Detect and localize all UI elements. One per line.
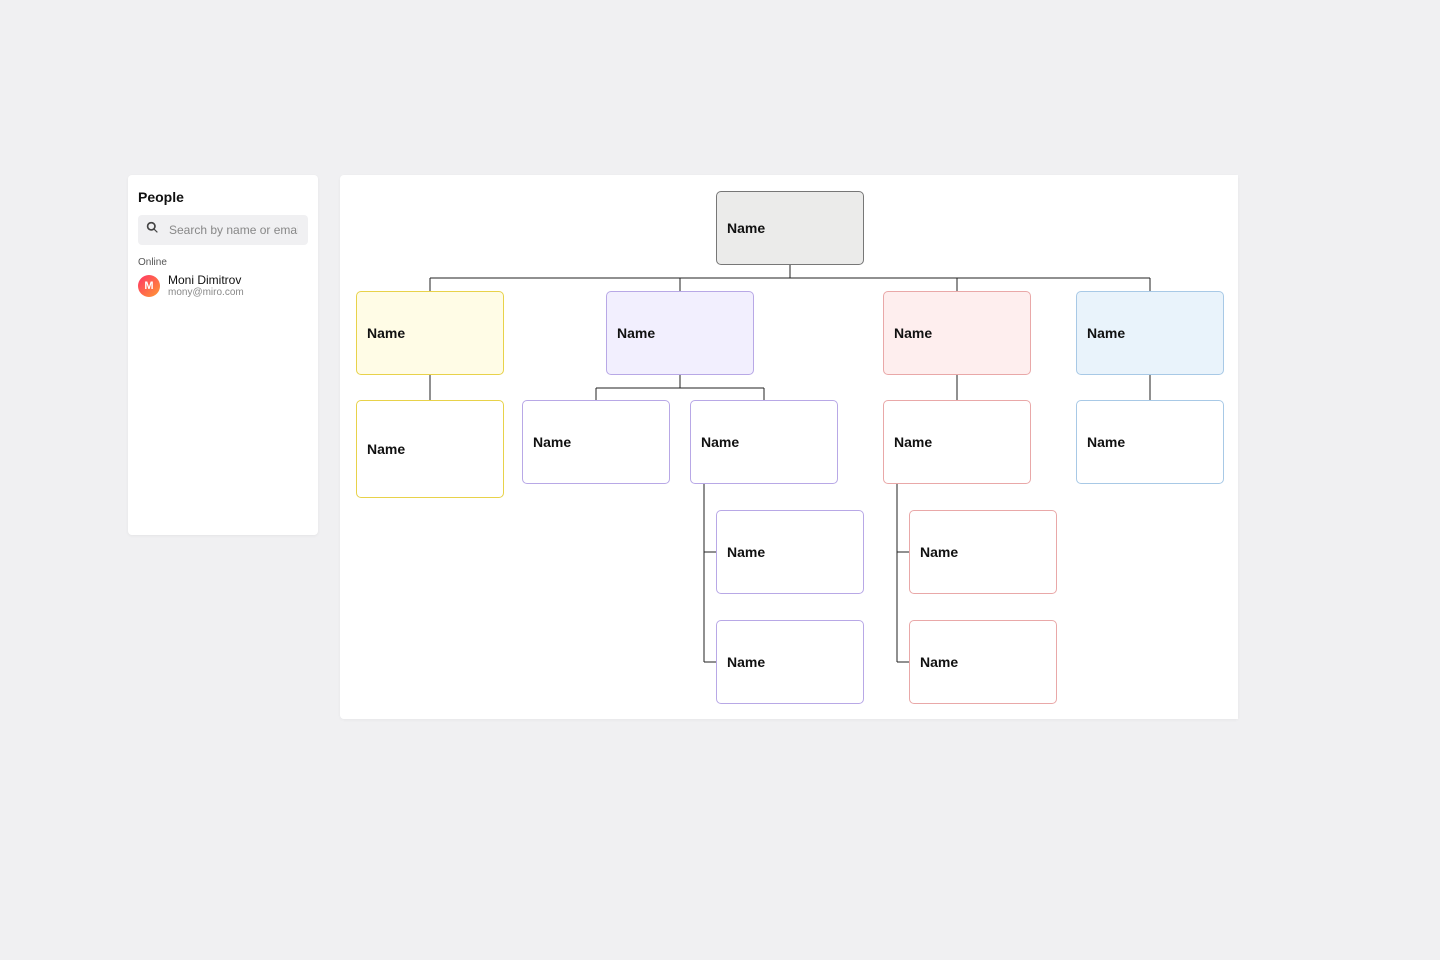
org-node-l4-purple-2b[interactable]: Name xyxy=(716,620,864,704)
org-node-label: Name xyxy=(617,325,655,341)
org-node-label: Name xyxy=(894,325,932,341)
org-node-l2-yellow[interactable]: Name xyxy=(356,291,504,375)
person-email: mony@miro.com xyxy=(168,287,244,298)
org-node-label: Name xyxy=(727,220,765,236)
people-panel-title: People xyxy=(138,189,308,205)
org-node-l3-yellow-1[interactable]: Name xyxy=(356,400,504,498)
org-chart-canvas[interactable]: Name Name Name Name Name Name Name Name … xyxy=(340,175,1238,719)
people-search-input[interactable] xyxy=(167,222,300,238)
person-name: Moni Dimitrov xyxy=(168,274,244,287)
org-node-root[interactable]: Name xyxy=(716,191,864,265)
org-node-l3-purple-2[interactable]: Name xyxy=(690,400,838,484)
org-node-l4-pink-1a[interactable]: Name xyxy=(909,510,1057,594)
search-icon xyxy=(146,221,159,239)
avatar: M xyxy=(138,275,160,297)
org-node-l3-purple-1[interactable]: Name xyxy=(522,400,670,484)
org-node-l2-purple[interactable]: Name xyxy=(606,291,754,375)
org-node-l4-pink-1b[interactable]: Name xyxy=(909,620,1057,704)
org-node-l4-purple-2a[interactable]: Name xyxy=(716,510,864,594)
org-node-label: Name xyxy=(367,325,405,341)
org-node-label: Name xyxy=(727,654,765,670)
org-node-label: Name xyxy=(1087,434,1125,450)
org-node-label: Name xyxy=(894,434,932,450)
org-node-l3-blue-1[interactable]: Name xyxy=(1076,400,1224,484)
org-node-label: Name xyxy=(727,544,765,560)
org-node-label: Name xyxy=(920,544,958,560)
person-meta: Moni Dimitrov mony@miro.com xyxy=(168,274,244,298)
org-node-label: Name xyxy=(533,434,571,450)
org-node-label: Name xyxy=(1087,325,1125,341)
people-section-label: Online xyxy=(138,257,308,268)
org-node-l2-pink[interactable]: Name xyxy=(883,291,1031,375)
org-node-label: Name xyxy=(701,434,739,450)
org-node-label: Name xyxy=(367,441,405,457)
org-node-l3-pink-1[interactable]: Name xyxy=(883,400,1031,484)
person-row[interactable]: M Moni Dimitrov mony@miro.com xyxy=(138,274,308,298)
org-node-l2-blue[interactable]: Name xyxy=(1076,291,1224,375)
org-node-label: Name xyxy=(920,654,958,670)
people-panel: People Online M Moni Dimitrov mony@miro.… xyxy=(128,175,318,535)
people-search[interactable] xyxy=(138,215,308,245)
